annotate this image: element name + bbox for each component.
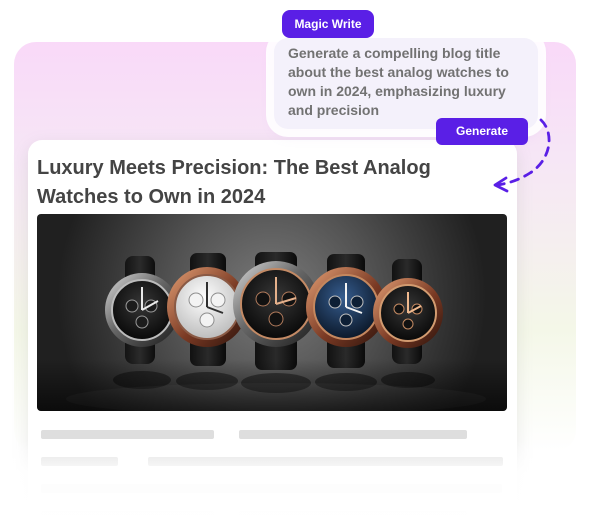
bottom-fade-overlay <box>0 440 590 520</box>
dashed-curved-arrow-icon <box>493 118 551 193</box>
watch-hero-image <box>37 214 507 411</box>
magic-write-illustration: Luxury Meets Precision: The Best Analog … <box>0 0 590 520</box>
analog-watches-image <box>66 252 486 411</box>
blog-post-title: Luxury Meets Precision: The Best Analog … <box>37 157 431 208</box>
prompt-text: Generate a compelling blog title about t… <box>288 45 509 118</box>
magic-write-badge: Magic Write <box>282 10 374 38</box>
text-placeholder-line <box>41 430 214 439</box>
text-placeholder-line <box>239 430 467 439</box>
